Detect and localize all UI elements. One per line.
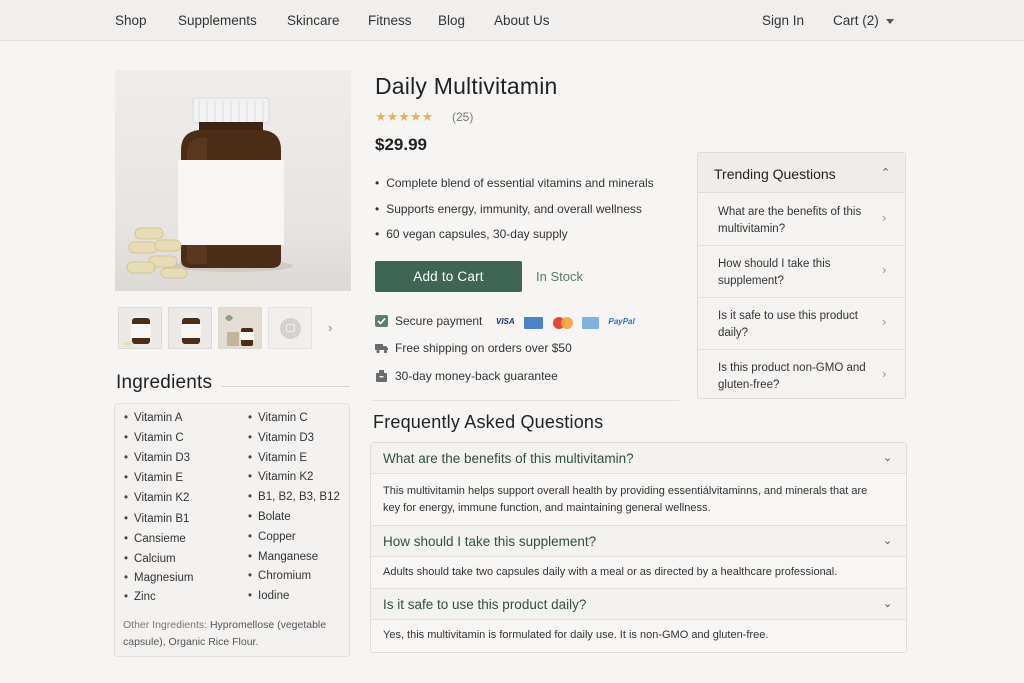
faq-question[interactable]: How should I take this supplement? ⌄ xyxy=(371,526,906,557)
ingredient-item: Vitamin C xyxy=(248,412,308,424)
trending-question-text: Is this product non-GMO and gluten-free? xyxy=(718,362,866,391)
chevron-down-icon[interactable]: ⌄ xyxy=(883,534,892,547)
shipping-label: Free shipping on orders over $50 xyxy=(395,341,572,355)
faq-answer-text: Adults should take two capsules daily wi… xyxy=(383,566,838,578)
trending-question-text: Is it safe to use this product daily? xyxy=(718,310,858,339)
paypal-logo: PayPal xyxy=(608,316,635,326)
thumbnail-4[interactable] xyxy=(268,307,312,349)
chevron-right-icon: › xyxy=(882,262,887,277)
amex-logo xyxy=(524,316,544,329)
ingredient-item: Magnesium xyxy=(124,572,193,584)
product-main-image[interactable] xyxy=(115,70,351,291)
chevron-right-icon: › xyxy=(882,314,887,329)
rating-count[interactable]: (25) xyxy=(452,110,473,124)
ingredients-title: Ingredients xyxy=(116,372,213,393)
trending-questions-title: Trending Questions xyxy=(714,166,836,182)
ingredient-item: Vitamin E xyxy=(124,472,183,484)
guarantee-label: 30-day money-back guarantee xyxy=(395,369,558,383)
faq-question-text: Is it safe to use this product daily? xyxy=(383,597,587,612)
chevron-up-icon[interactable]: ⌃ xyxy=(881,166,890,179)
chevron-down-icon[interactable]: ⌄ xyxy=(883,451,892,464)
feature-item: 60 vegan capsules, 30-day supply xyxy=(375,227,567,241)
ingredient-item: Iodine xyxy=(248,590,289,602)
add-to-cart-button[interactable]: Add to Cart xyxy=(375,261,522,292)
card-logo xyxy=(582,316,600,329)
guarantee-row: 30-day money-back guarantee xyxy=(375,369,558,383)
mastercard-logo xyxy=(552,316,573,329)
ingredient-item: Calcium xyxy=(124,553,176,565)
secure-payment-row: Secure payment xyxy=(375,314,482,328)
trending-questions-header[interactable]: Trending Questions ⌃ xyxy=(698,153,905,193)
nav-skincare[interactable]: Skincare xyxy=(287,13,340,28)
ingredient-item: Vitamin K2 xyxy=(248,471,313,483)
cart-dropdown-icon[interactable] xyxy=(886,19,894,24)
faq-answer-text: This multivitamin helps support overall … xyxy=(383,485,868,514)
trending-question-item[interactable]: What are the benefits of this multivitam… xyxy=(698,194,905,246)
chevron-down-icon[interactable]: ⌄ xyxy=(883,597,892,610)
nav-about-us[interactable]: About Us xyxy=(494,13,550,28)
sign-in-link[interactable]: Sign In xyxy=(762,13,804,28)
thumbnail-2[interactable] xyxy=(168,307,212,349)
visa-logo: VISA xyxy=(496,316,515,326)
faq-title: Frequently Asked Questions xyxy=(373,412,604,432)
ingredient-item: Vitamin C xyxy=(124,432,184,444)
check-shield-icon xyxy=(375,315,388,327)
secure-payment-label: Secure payment xyxy=(395,314,483,328)
ingredient-item: Copper xyxy=(248,531,296,543)
other-ingredients: Other Ingredients: Hypromellose (vegetab… xyxy=(123,617,348,651)
faq-question[interactable]: What are the benefits of this multivitam… xyxy=(371,443,906,474)
section-divider xyxy=(373,400,679,401)
trending-question-item[interactable]: Is this product non-GMO and gluten-free?… xyxy=(698,350,905,402)
supplement-bottle-image xyxy=(126,97,293,279)
ingredient-item: B1, B2, B3, B12 xyxy=(248,491,340,503)
ingredient-item: Bolate xyxy=(248,511,291,523)
trending-question-text: What are the benefits of this multivitam… xyxy=(718,206,862,235)
thumbnail-1[interactable] xyxy=(118,307,162,349)
ingredient-item: Vitamin A xyxy=(124,412,182,424)
product-title: Daily Multivitamin xyxy=(375,73,558,99)
faq-answer-text: Yes, this multivitamin is formulated for… xyxy=(383,629,769,641)
faq-answer: Yes, this multivitamin is formulated for… xyxy=(371,620,906,652)
stock-status: In Stock xyxy=(536,269,583,284)
ingredient-item: Cansieme xyxy=(124,533,186,545)
ingredient-item: Vitamin B1 xyxy=(124,513,189,525)
trending-questions-panel: Trending Questions ⌃ What are the benefi… xyxy=(697,152,906,399)
ingredient-item: Vitamin E xyxy=(248,452,307,464)
feature-item: Complete blend of essential vitamins and… xyxy=(375,176,653,190)
product-price: $29.99 xyxy=(375,135,427,154)
ingredient-item: Vitamin D3 xyxy=(248,432,314,444)
thumbnail-3[interactable] xyxy=(218,307,262,349)
faq-answer: This multivitamin helps support overall … xyxy=(371,474,906,526)
shipping-row: Free shipping on orders over $50 xyxy=(375,341,572,355)
thumbnail-next-icon[interactable]: › xyxy=(328,320,332,335)
cart-link[interactable]: Cart (2) xyxy=(833,13,879,28)
ingredient-item: Zinc xyxy=(124,591,156,603)
nav-supplements[interactable]: Supplements xyxy=(178,13,257,28)
chevron-right-icon: › xyxy=(882,366,887,381)
box-icon xyxy=(375,370,388,382)
faq-question-text: What are the benefits of this multivitam… xyxy=(383,451,634,466)
nav-fitness[interactable]: Fitness xyxy=(368,13,412,28)
nav-blog[interactable]: Blog xyxy=(438,13,465,28)
trending-question-item[interactable]: How should I take this supplement? › xyxy=(698,246,905,298)
ingredient-item: Manganese xyxy=(248,551,318,563)
ingredient-item: Vitamin K2 xyxy=(124,492,189,504)
truck-icon xyxy=(375,342,388,354)
ingredient-item: Chromium xyxy=(248,570,311,582)
trending-question-item[interactable]: Is it safe to use this product daily? › xyxy=(698,298,905,350)
ingredients-divider xyxy=(222,386,350,387)
payment-logos: VISA PayPal xyxy=(496,314,640,332)
chevron-right-icon: › xyxy=(882,210,887,225)
top-navigation: Shop Supplements Skincare Fitness Blog A… xyxy=(0,0,1024,41)
trending-question-text: How should I take this supplement? xyxy=(718,258,831,287)
ingredient-item: Vitamin D3 xyxy=(124,452,190,464)
other-ingredients-label: Other Ingredients: xyxy=(123,619,208,631)
faq-question-text: How should I take this supplement? xyxy=(383,534,597,549)
nav-shop[interactable]: Shop xyxy=(115,13,147,28)
star-rating-icon[interactable]: ★★★★★ xyxy=(375,109,433,125)
faq-answer: Adults should take two capsules daily wi… xyxy=(371,557,906,589)
faq-question[interactable]: Is it safe to use this product daily? ⌄ xyxy=(371,589,906,620)
feature-item: Supports energy, immunity, and overall w… xyxy=(375,202,642,216)
faq-accordion: What are the benefits of this multivitam… xyxy=(370,442,907,653)
